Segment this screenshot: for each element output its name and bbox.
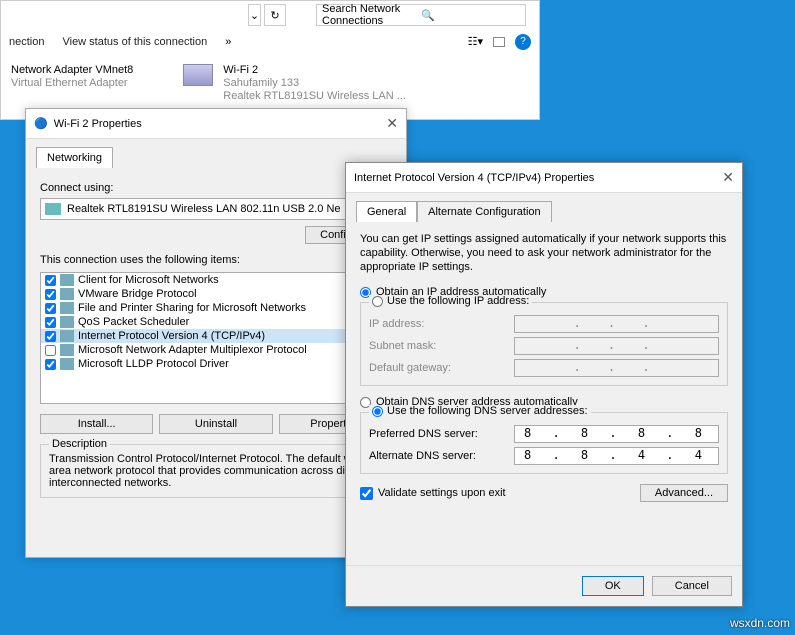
protocol-icon [60, 358, 74, 370]
item-label: File and Printer Sharing for Microsoft N… [78, 302, 306, 314]
list-item[interactable]: Microsoft LLDP Protocol Driver [41, 357, 391, 371]
tab-general[interactable]: General [356, 201, 417, 222]
list-item[interactable]: Microsoft Network Adapter Multiplexor Pr… [41, 343, 391, 357]
list-item[interactable]: VMware Bridge Protocol [41, 287, 391, 301]
description-text: Transmission Control Protocol/Internet P… [49, 453, 383, 489]
toolbar-connection[interactable]: nection [9, 36, 44, 48]
gateway-input: . . . [514, 359, 719, 377]
explorer-toolbar: nection View status of this connection »… [1, 29, 539, 54]
adapter-sub: Virtual Ethernet Adapter [11, 77, 133, 90]
subnet-input: . . . [514, 337, 719, 355]
radio-input[interactable] [372, 296, 383, 307]
protocol-icon [60, 274, 74, 286]
ip-group: Use the following IP address: IP address… [360, 302, 728, 386]
dropdown-icon[interactable]: ⌄ [248, 4, 261, 26]
tab-alternate[interactable]: Alternate Configuration [417, 201, 552, 222]
refresh-icon[interactable]: ↻ [264, 4, 286, 26]
adapter-sub2: Realtek RTL8191SU Wireless LAN ... [223, 90, 406, 103]
item-label: Microsoft LLDP Protocol Driver [78, 358, 229, 370]
items-label: This connection uses the following items… [40, 254, 392, 266]
item-label: QoS Packet Scheduler [78, 316, 189, 328]
uninstall-button[interactable]: Uninstall [159, 414, 272, 434]
search-placeholder: Search Network Connections [322, 3, 421, 27]
titlebar[interactable]: Internet Protocol Version 4 (TCP/IPv4) P… [346, 163, 742, 193]
protocol-icon [60, 288, 74, 300]
adapters-panel: Network Adapter VMnet8 Virtual Ethernet … [6, 59, 536, 108]
toolbar-view-status[interactable]: View status of this connection [62, 36, 207, 48]
network-adapter-icon [183, 64, 213, 86]
gateway-label: Default gateway: [369, 362, 514, 374]
item-checkbox[interactable] [45, 331, 56, 342]
ip-address-input: . . . [514, 315, 719, 333]
dialog-footer: OK Cancel [346, 565, 742, 606]
item-label: Client for Microsoft Networks [78, 274, 219, 286]
validate-label: Validate settings upon exit [378, 487, 506, 499]
item-label: Internet Protocol Version 4 (TCP/IPv4) [78, 330, 265, 342]
install-button[interactable]: Install... [40, 414, 153, 434]
description-legend: Description [49, 438, 110, 450]
ip-address-label: IP address: [369, 318, 514, 330]
radio-input[interactable] [372, 406, 383, 417]
network-connections-window: Search Network Connections 🔍 ⌄ ↻ nection… [0, 0, 540, 120]
search-icon[interactable]: 🔍 [421, 9, 520, 22]
item-checkbox[interactable] [45, 359, 56, 370]
protocol-list[interactable]: Client for Microsoft Networks VMware Brid… [40, 272, 392, 404]
radio-label: Use the following IP address: [387, 295, 529, 307]
adapter-vmnet8[interactable]: Network Adapter VMnet8 Virtual Ethernet … [6, 62, 536, 105]
view-options-icon[interactable]: ☷▾ [468, 35, 483, 48]
dns-group: Use the following DNS server addresses: … [360, 412, 728, 474]
list-item[interactable]: File and Printer Sharing for Microsoft N… [41, 301, 391, 315]
adapter-field[interactable]: Realtek RTL8191SU Wireless LAN 802.11n U… [40, 198, 392, 220]
protocol-icon [60, 344, 74, 356]
tab-row: General Alternate Configuration [346, 193, 742, 222]
details-pane-icon[interactable] [493, 37, 505, 47]
cancel-button[interactable]: Cancel [652, 576, 732, 596]
protocol-icon [60, 330, 74, 342]
adapter-name: Network Adapter VMnet8 [11, 64, 133, 77]
adapter-text: Realtek RTL8191SU Wireless LAN 802.11n U… [67, 203, 341, 215]
protocol-icon [60, 302, 74, 314]
list-item[interactable]: QoS Packet Scheduler [41, 315, 391, 329]
info-text: You can get IP settings assigned automat… [360, 232, 728, 274]
close-icon[interactable]: ✕ [722, 169, 734, 186]
tab-networking[interactable]: Networking [36, 147, 113, 168]
pref-dns-label: Preferred DNS server: [369, 428, 514, 440]
wifi-shield-icon: 🔵 [34, 117, 48, 130]
validate-checkbox[interactable] [360, 487, 373, 500]
list-item[interactable]: Internet Protocol Version 4 (TCP/IPv4) [41, 329, 391, 343]
alt-dns-input[interactable]: 8 . 8 . 4 . 4 [514, 447, 719, 465]
close-icon[interactable]: ✕ [386, 115, 398, 132]
pref-dns-input[interactable]: 8 . 8 . 8 . 8 [514, 425, 719, 443]
adapter-sub1: Sahufamily 133 [223, 77, 406, 90]
ipv4-properties-dialog: Internet Protocol Version 4 (TCP/IPv4) P… [345, 162, 743, 607]
item-checkbox[interactable] [45, 345, 56, 356]
search-input[interactable]: Search Network Connections 🔍 [316, 4, 526, 26]
dialog-title: Wi-Fi 2 Properties [54, 118, 387, 130]
description-group: Description Transmission Control Protoco… [40, 444, 392, 498]
list-item[interactable]: Client for Microsoft Networks [41, 273, 391, 287]
radio-ip-manual[interactable]: Use the following IP address: [369, 295, 532, 307]
subnet-label: Subnet mask: [369, 340, 514, 352]
ok-button[interactable]: OK [582, 576, 644, 596]
item-checkbox[interactable] [45, 317, 56, 328]
protocol-icon [60, 316, 74, 328]
item-label: VMware Bridge Protocol [78, 288, 197, 300]
adapter-name: Wi-Fi 2 [223, 64, 406, 77]
radio-label: Use the following DNS server addresses: [387, 405, 588, 417]
radio-dns-manual[interactable]: Use the following DNS server addresses: [369, 405, 591, 417]
advanced-button[interactable]: Advanced... [640, 484, 728, 502]
titlebar[interactable]: 🔵 Wi-Fi 2 Properties ✕ [26, 109, 406, 139]
item-checkbox[interactable] [45, 275, 56, 286]
dialog-title: Internet Protocol Version 4 (TCP/IPv4) P… [354, 172, 722, 184]
connect-using-label: Connect using: [40, 182, 392, 194]
nic-icon [45, 203, 61, 215]
alt-dns-label: Alternate DNS server: [369, 450, 514, 462]
chevron-down-icon[interactable]: » [225, 36, 231, 48]
item-checkbox[interactable] [45, 289, 56, 300]
item-checkbox[interactable] [45, 303, 56, 314]
help-icon[interactable]: ? [515, 34, 531, 50]
item-label: Microsoft Network Adapter Multiplexor Pr… [78, 344, 307, 356]
watermark: wsxdn.com [730, 616, 790, 630]
